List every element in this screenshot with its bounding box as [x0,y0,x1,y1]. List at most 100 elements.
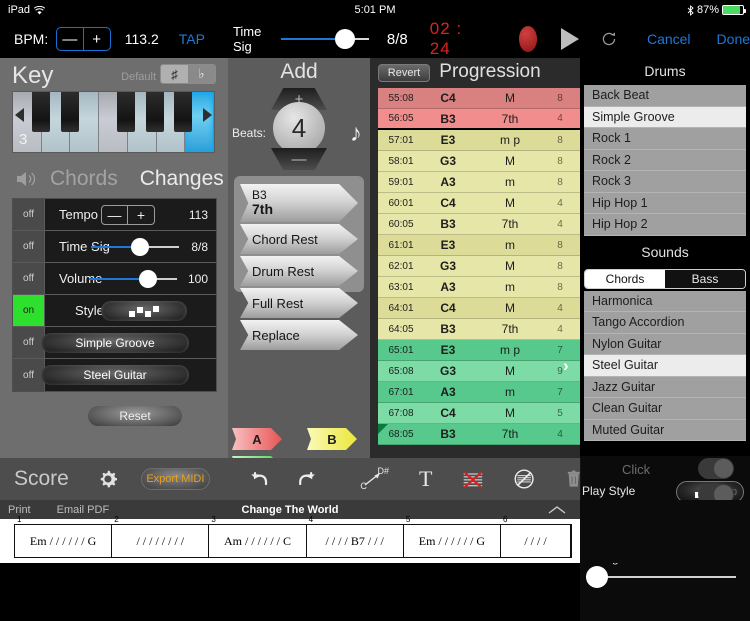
drums-list-item[interactable]: Back Beat [584,85,746,107]
drums-list-item[interactable]: Rock 3 [584,171,746,193]
drums-list-item[interactable]: Rock 1 [584,128,746,150]
measure[interactable]: 2 / / / / / / / / [112,515,210,557]
measure[interactable]: 3 Am / / / / / / C [209,515,307,557]
drums-list-item[interactable]: Rock 2 [584,149,746,171]
undo-icon[interactable] [250,468,270,490]
add-drum-rest-button[interactable]: Drum Rest [240,256,358,286]
tempo-decrement-button[interactable]: — [102,205,128,224]
text-icon[interactable]: T [419,466,432,492]
progression-row[interactable]: 65:08 G3 M 9 [378,361,580,382]
progression-row[interactable]: 60:05 B3 7th 4 [378,214,580,235]
piano-black-key[interactable] [61,92,79,132]
tempo-stepper[interactable]: — + [101,204,155,225]
measure[interactable]: 5 Em / / / / / / G [404,515,502,557]
key-scroll-left-icon[interactable] [15,108,24,122]
score-label[interactable]: Score [14,467,69,491]
click-toggle[interactable] [698,458,734,479]
sounds-tabs[interactable]: Chords Bass [584,268,746,289]
drums-list-item[interactable]: Hip Hop 2 [584,214,746,236]
sounds-list-item[interactable]: Muted Guitar [584,419,746,441]
sounds-list-item[interactable]: Clean Guitar [584,398,746,420]
beats-stepper[interactable]: + 4 — [268,88,330,170]
flat-icon[interactable]: ♭ [188,65,215,83]
drums-list-item[interactable]: Simple Groove [584,106,746,128]
redo-icon[interactable] [296,468,316,490]
add-chord-rest-button[interactable]: Chord Rest [240,224,358,254]
no-staff-icon[interactable] [514,467,534,491]
volume-toggle[interactable]: off [13,263,45,294]
drums-list[interactable]: Back Beat Simple Groove Rock 1 Rock 2 Rock 3… [584,85,746,236]
speaker-icon[interactable] [16,170,38,188]
progression-row[interactable]: 64:05 B3 7th 4 [378,319,580,340]
progression-row[interactable]: 68:05 B3 7th 4 [378,424,580,445]
chevron-up-icon[interactable] [548,506,566,514]
sharp-flat-toggle[interactable]: ♯ ♭ [160,64,216,84]
sound-button[interactable]: Steel Guitar [41,365,189,385]
tempo-increment-button[interactable]: + [128,206,154,224]
control-row-sound[interactable]: off Steel Guitar [13,359,216,391]
slider-knob[interactable] [131,237,149,256]
control-row-tempo[interactable]: off Tempo — + 113 [13,199,216,231]
add-chord-button[interactable]: B3 7th [240,184,358,222]
chord-slot-b[interactable]: B [307,428,357,450]
tap-button[interactable]: TAP [179,31,205,47]
tempo-toggle[interactable]: off [13,199,45,230]
control-row-drum-kit[interactable]: off Simple Groove [13,327,216,359]
trash-icon[interactable] [567,468,580,490]
control-row-volume[interactable]: off Volume 100 [13,263,216,295]
slider-knob[interactable] [335,29,356,49]
piano-black-key[interactable] [32,92,50,132]
progression-row[interactable]: 58:01 G3 M 8 [378,151,580,172]
slider-knob[interactable] [139,269,157,288]
slider-knob[interactable] [586,566,608,588]
progression-row[interactable]: 62:01 G3 M 8 [378,256,580,277]
progression-table[interactable]: 55:08 C4 M 8 56:05 B3 7th 4 57:01 E3 m p 8 58:01 G3 M 8… [378,88,580,445]
progression-row[interactable]: 55:08 C4 M 8 [378,88,580,109]
sounds-list-item[interactable]: Nylon Guitar [584,333,746,355]
clear-staff-icon[interactable] [462,468,484,490]
progression-row[interactable]: 67:01 A3 m 7 [378,382,580,403]
cancel-button[interactable]: Cancel [647,31,691,47]
progression-row[interactable]: 59:01 A3 m 8 [378,172,580,193]
progression-row[interactable]: 64:01 C4 M 4 [378,298,580,319]
chord-staff[interactable]: 1 Em / / / / / / G 2 / / / / / / / / 3 Am / /… [14,515,572,558]
loop-icon[interactable] [601,29,617,49]
key-piano-selector[interactable]: 3 [12,91,215,153]
measure[interactable]: 1 Em / / / / / / G [15,515,113,557]
time-sig-row-slider[interactable] [91,237,179,256]
sharp-icon[interactable]: ♯ [161,65,188,83]
progression-row[interactable]: 61:01 E3 m 8 [378,235,580,256]
control-row-time-sig[interactable]: off Time Sig 8/8 [13,231,216,263]
bpm-increment-button[interactable]: + [84,28,110,50]
sounds-list[interactable]: Harmonica Tango Accordion Nylon Guitar Stee… [584,290,746,441]
volume-slider[interactable] [89,269,177,288]
progression-row[interactable]: 65:01 E3 m p 7 [378,340,580,361]
beats-decrement-button[interactable]: — [271,148,327,170]
done-button[interactable]: Done [717,31,750,47]
progression-row[interactable]: 63:01 A3 m 8 [378,277,580,298]
bpm-stepper[interactable]: — + [56,27,111,51]
piano-black-key[interactable] [146,92,164,132]
drum-kit-button[interactable]: Simple Groove [41,332,189,353]
tab-sounds-bass[interactable]: Bass [665,269,745,288]
sounds-list-item[interactable]: Tango Accordion [584,312,746,334]
sounds-list-item[interactable]: Jazz Guitar [584,376,746,398]
style-toggle[interactable]: on [13,295,45,326]
measure[interactable]: 6 / / / / [501,515,572,557]
play-button[interactable] [561,28,580,50]
control-row-style[interactable]: on Style [13,295,216,327]
beats-value[interactable]: 4 [273,102,325,154]
reset-button[interactable]: Reset [88,406,182,426]
progression-row[interactable]: 67:08 C4 M 5 [378,403,580,424]
time-sig-slider[interactable] [281,29,369,49]
style-pattern-button[interactable] [101,300,187,321]
swing-slider[interactable] [586,566,736,588]
note-icon[interactable]: ♪ [350,120,362,148]
add-full-rest-button[interactable]: Full Rest [240,288,358,318]
measure[interactable]: 4 / / / / B7 / / / [307,515,404,557]
piano-black-key[interactable] [117,92,135,132]
export-midi-button[interactable]: Export MIDI [140,468,211,490]
progression-expand-icon[interactable]: › [563,356,569,376]
sounds-list-item[interactable]: Steel Guitar [584,355,746,377]
progression-row[interactable]: 57:01 E3 m p 8 [378,130,580,151]
